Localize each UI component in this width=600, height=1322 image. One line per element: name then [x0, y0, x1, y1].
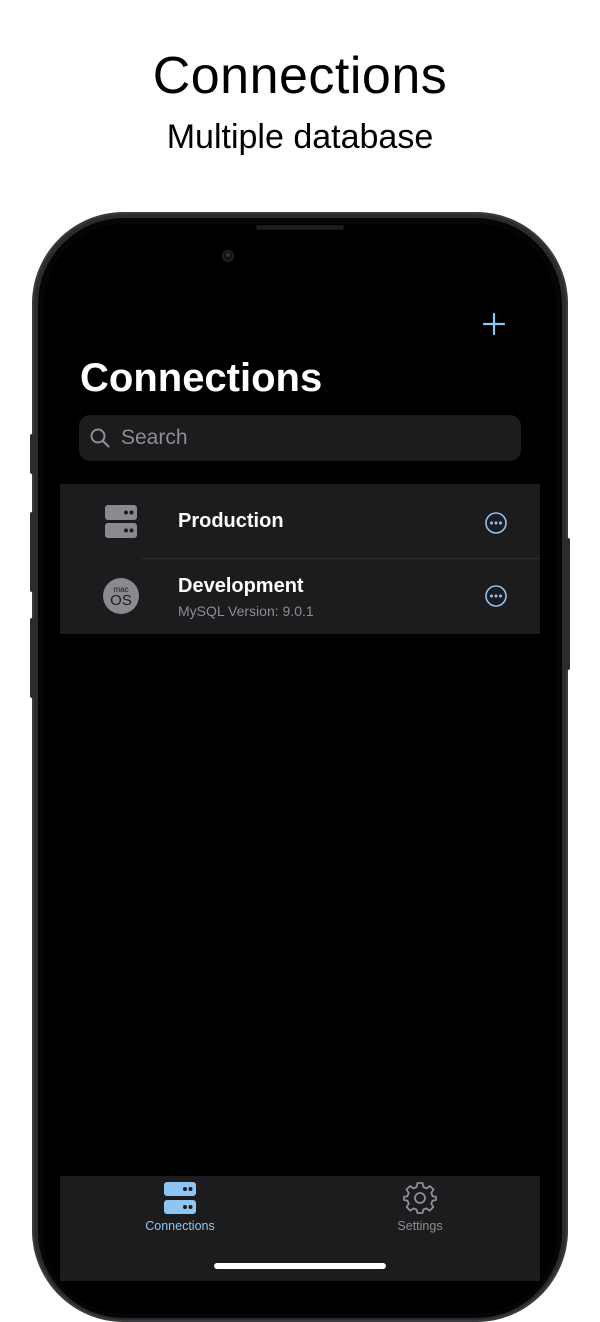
promo-title: Connections	[152, 47, 448, 105]
server-icon	[105, 505, 137, 538]
tab-label: Connections	[145, 1219, 215, 1233]
macos-icon-text-bottom: OS	[110, 592, 132, 609]
phone-earpiece	[256, 225, 344, 230]
front-camera	[222, 250, 234, 262]
macos-icon: mac OS	[103, 578, 139, 614]
connection-list: Production mac OS Development MySQL Vers…	[60, 484, 540, 634]
search-input[interactable]	[119, 425, 503, 451]
tab-settings[interactable]: Settings	[340, 1176, 500, 1246]
promo-subtitle: Multiple database	[166, 118, 434, 156]
connection-row-development[interactable]: mac OS Development MySQL Version: 9.0.1	[60, 559, 540, 633]
phone-volume-up-button	[30, 512, 34, 592]
connection-version: MySQL Version: 9.0.1	[178, 603, 314, 619]
phone-action-button	[30, 434, 34, 474]
search-icon	[90, 428, 110, 448]
connection-name: Development	[178, 575, 304, 597]
phone-volume-down-button	[30, 618, 34, 698]
phone-power-button	[566, 538, 570, 670]
tab-label: Settings	[397, 1219, 443, 1233]
add-connection-button[interactable]	[478, 308, 510, 340]
server-icon	[164, 1182, 196, 1214]
page-title: Connections	[80, 356, 323, 400]
connection-name: Production	[178, 510, 284, 532]
tab-connections[interactable]: Connections	[100, 1176, 260, 1246]
plus-icon	[482, 312, 506, 336]
gear-icon	[403, 1182, 437, 1214]
search-bar[interactable]	[79, 415, 521, 461]
more-options-icon[interactable]	[484, 511, 508, 535]
home-indicator[interactable]	[214, 1263, 386, 1269]
more-options-icon[interactable]	[484, 584, 508, 608]
connection-row-production[interactable]: Production	[60, 484, 540, 558]
